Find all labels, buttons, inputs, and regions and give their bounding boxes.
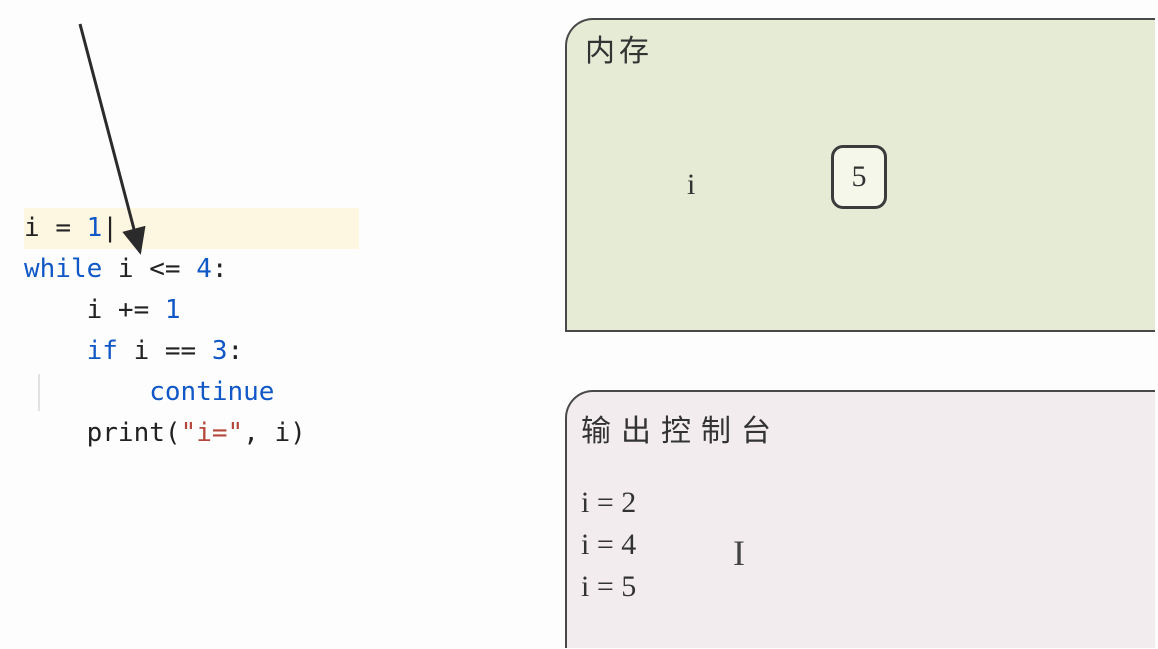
console-line: i = 2 [581, 482, 636, 524]
memory-var-name: i [687, 168, 695, 202]
code-line-1: i = 1| [24, 208, 359, 249]
text-cursor-icon: I [733, 532, 745, 574]
code-line-2: while i <= 4: [24, 249, 424, 290]
console-title: 输出控制台 [581, 406, 781, 450]
memory-title: 内存 [585, 26, 653, 70]
code-line-5: continue [24, 372, 424, 413]
code-line-3: i += 1 [24, 290, 424, 331]
code-line-6: print("i=", i) [24, 413, 424, 454]
console-panel: 输出控制台 i = 2 i = 4 i = 5 I [565, 390, 1155, 648]
memory-panel: 内存 i 5 [565, 18, 1155, 332]
console-line: i = 4 [581, 524, 636, 566]
memory-var-value: 5 [831, 145, 887, 209]
code-block: i = 1| while i <= 4: i += 1 if i == 3: c… [24, 208, 424, 454]
console-output: i = 2 i = 4 i = 5 [581, 482, 636, 608]
console-line: i = 5 [581, 566, 636, 608]
code-line-4: if i == 3: [24, 331, 424, 372]
